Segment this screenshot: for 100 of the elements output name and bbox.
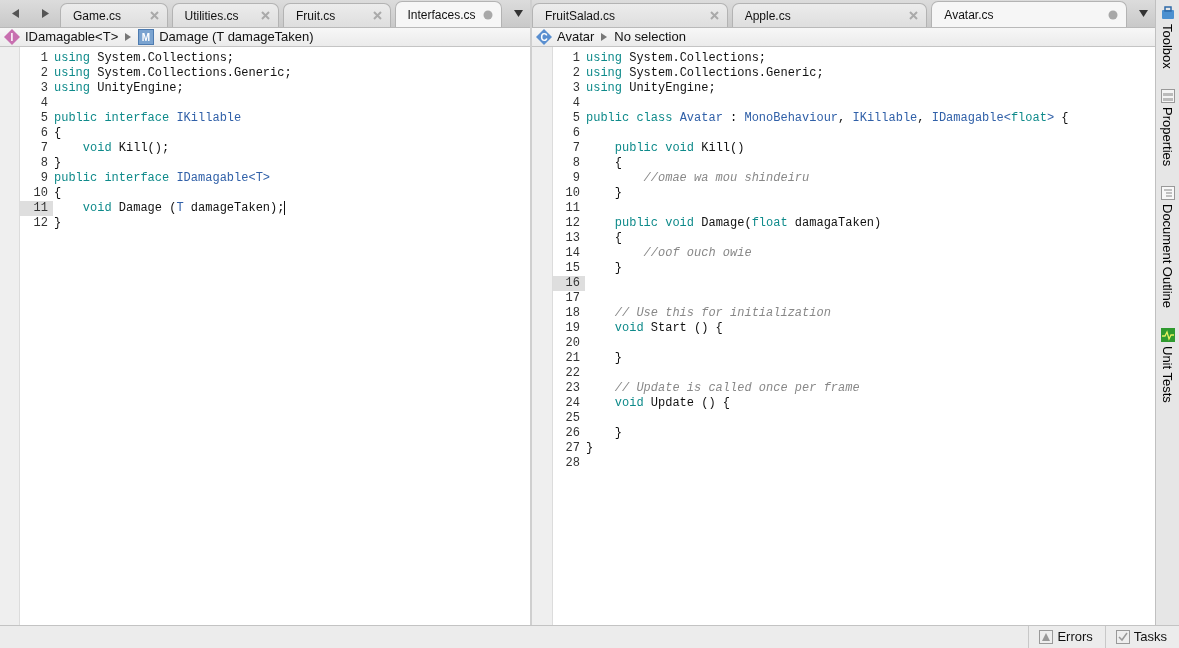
code-line: //omae wa mou shindeiru — [642, 171, 810, 186]
class-symbol-icon: C — [536, 29, 552, 45]
interface-symbol-icon: I — [4, 29, 20, 45]
line-number: 25 — [564, 411, 581, 426]
line-number: 3 — [571, 81, 581, 96]
warning-icon — [1039, 630, 1054, 644]
file-tab[interactable]: Game.cs — [60, 3, 168, 27]
left-arrow-icon — [11, 9, 19, 18]
file-tab[interactable]: Avatar.cs — [931, 1, 1127, 27]
line-number: 19 — [564, 321, 581, 336]
line-number: 12 — [32, 216, 49, 231]
line-number: 28 — [564, 456, 581, 471]
line-number: 12 — [564, 216, 581, 231]
line-number: 8 — [39, 156, 49, 171]
line-number: 3 — [39, 81, 49, 96]
right-arrow-icon — [41, 9, 49, 18]
line-number: 2 — [571, 66, 581, 81]
side-pad-tab[interactable]: Toolbox — [1157, 6, 1178, 69]
breadcrumb-item[interactable]: No selection — [614, 27, 686, 47]
code-line: void Update () { — [613, 396, 731, 411]
method-symbol-icon: M — [138, 29, 155, 45]
code-line: public void Damage(float damagaTaken) — [613, 216, 882, 231]
line-number: 24 — [564, 396, 581, 411]
breadcrumb-item[interactable]: I IDamagable<T> — [4, 27, 119, 47]
side-pad-tab[interactable]: Document Outline — [1157, 186, 1178, 309]
line-number: 2 — [39, 66, 49, 81]
line-number: 5 — [571, 111, 581, 126]
line-number: 27 — [564, 441, 581, 456]
file-tab[interactable]: Apple.cs — [731, 3, 928, 27]
tasks-button[interactable]: Tasks — [1104, 626, 1179, 648]
line-number: 6 — [39, 126, 49, 141]
outline-icon — [1160, 186, 1175, 201]
line-number: 26 — [564, 426, 581, 441]
dropdown-icon — [513, 10, 523, 17]
line-number: 7 — [39, 141, 49, 156]
code-line: } — [53, 216, 62, 231]
line-number: 11 — [564, 201, 581, 216]
line-number: 22 — [564, 366, 581, 381]
checkmark-icon — [1115, 630, 1130, 644]
line-number: 18 — [564, 306, 581, 321]
code-line: public class Avatar : MonoBehaviour, IKillable, IDamagable<float> { — [585, 111, 1069, 126]
code-line: } — [613, 351, 622, 366]
line-number: 20 — [564, 336, 581, 351]
code-line: // Use this for initialization — [613, 306, 831, 321]
dropdown-icon — [1138, 10, 1148, 17]
line-number: 6 — [571, 126, 581, 141]
line-number: 13 — [564, 231, 581, 246]
file-tab[interactable]: Fruit.cs — [283, 3, 391, 27]
errors-button[interactable]: Errors — [1028, 626, 1105, 648]
line-number: 11 — [20, 201, 53, 216]
code-line: public void Kill() — [613, 141, 745, 156]
side-pad-tab[interactable]: Unit Tests — [1157, 328, 1178, 403]
line-number: 5 — [39, 111, 49, 126]
breadcrumb-item[interactable]: C Avatar — [536, 27, 595, 47]
line-number: 4 — [571, 96, 581, 111]
code-line: using System.Collections; — [585, 51, 767, 66]
code-line: { — [53, 126, 62, 141]
code-line: //oof ouch owie — [642, 246, 752, 261]
tests-icon — [1160, 328, 1175, 343]
code-line: { — [53, 186, 62, 201]
code-line: void Damage (T damageTaken); — [81, 201, 286, 216]
line-number: 10 — [564, 186, 581, 201]
separator-arrow-icon — [125, 33, 132, 41]
code-line: using UnityEngine; — [585, 81, 716, 96]
code-line: { — [613, 156, 622, 171]
side-pad-tab[interactable]: Properties — [1157, 88, 1178, 167]
separator-arrow-icon — [601, 33, 608, 41]
file-tab[interactable]: Interfaces.cs — [394, 1, 502, 27]
close-icon — [909, 11, 919, 20]
line-number: 9 — [571, 171, 581, 186]
line-number: 15 — [564, 261, 581, 276]
code-line: public interface IDamagable<T> — [53, 171, 271, 186]
code-line: } — [613, 261, 622, 276]
code-line: void Start () { — [613, 321, 723, 336]
toolbox-icon — [1160, 6, 1175, 20]
line-number: 23 — [564, 381, 581, 396]
close-icon — [709, 11, 719, 20]
line-number: 4 — [39, 96, 49, 111]
breadcrumb-item[interactable]: M Damage (T damageTaken) — [138, 27, 314, 47]
line-number: 14 — [564, 246, 581, 261]
properties-icon — [1160, 88, 1175, 103]
modified-dot-icon — [483, 9, 493, 20]
line-number: 1 — [571, 51, 581, 66]
line-number: 8 — [571, 156, 581, 171]
code-line: // Update is called once per frame — [613, 381, 860, 396]
file-tab[interactable]: FruitSalad.cs — [532, 3, 728, 27]
close-icon — [261, 11, 270, 20]
close-icon — [372, 11, 382, 20]
code-line: } — [613, 426, 622, 441]
line-number: 10 — [32, 186, 49, 201]
file-tab[interactable]: Utilities.cs — [171, 3, 279, 27]
modified-dot-icon — [1108, 9, 1118, 20]
code-line: public interface IKillable — [53, 111, 242, 126]
line-number: 7 — [571, 141, 581, 156]
code-line: } — [53, 156, 62, 171]
code-line: } — [613, 186, 622, 201]
line-number: 21 — [564, 351, 581, 366]
line-number: 1 — [39, 51, 49, 66]
code-line: } — [585, 441, 594, 456]
line-number: 17 — [564, 291, 581, 306]
